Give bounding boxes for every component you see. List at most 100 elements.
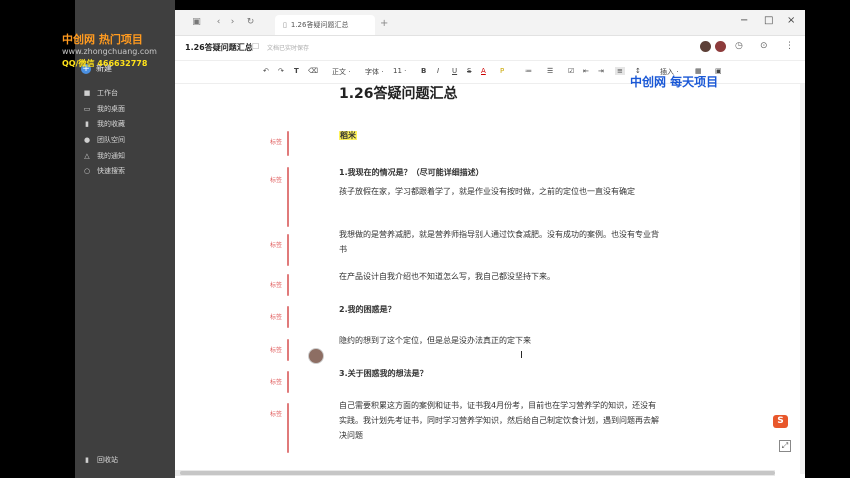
- sidebar-item-search[interactable]: ○ 快速搜索: [83, 163, 125, 179]
- sidebar-item-notifications[interactable]: △ 我的通知: [83, 148, 125, 164]
- style-dropdown[interactable]: 正文 ·: [332, 67, 350, 77]
- paragraph-answer-1[interactable]: 孩子放假在家，学习都跟着学了，就是作业没有按时做，之前的定位也一直没有确定: [339, 184, 659, 199]
- comment-tag[interactable]: 标签: [270, 137, 282, 146]
- more-icon[interactable]: ⋮: [785, 41, 794, 51]
- bookmark-icon: ▮: [85, 120, 89, 129]
- sidebar-item-label: 工作台: [97, 88, 118, 97]
- paragraph-answer-2[interactable]: 我想做的是营养减肥，就是营养师指导别人通过饮食减肥。没有成功的案例。也没有专业背…: [339, 227, 659, 257]
- italic-button[interactable]: I: [437, 67, 439, 75]
- close-button[interactable]: ×: [787, 15, 795, 26]
- comment-bar: [287, 274, 289, 296]
- font-dropdown[interactable]: 字体 ·: [365, 67, 383, 77]
- tab-document[interactable]: ▯ 1.26答疑问题汇总: [275, 15, 375, 35]
- side-tool-icon[interactable]: ⤢: [779, 440, 791, 452]
- highlight-button[interactable]: P: [500, 67, 504, 75]
- sidebar-item-desktop[interactable]: ▭ 我的桌面: [83, 101, 125, 117]
- paragraph-name[interactable]: 稻米: [339, 128, 659, 143]
- doc-icon: ▯: [283, 21, 287, 29]
- collaborator-avatar[interactable]: [700, 41, 711, 52]
- commenter-avatar[interactable]: [308, 348, 324, 364]
- paragraph-answer-3[interactable]: 在产品设计自我介绍也不知道怎么写，我自己都没坚持下来。: [339, 269, 659, 284]
- comment-bar: [287, 234, 289, 266]
- paragraph-question-2[interactable]: 2.我的困惑是？: [339, 302, 659, 317]
- trash-icon: ▮: [85, 456, 89, 464]
- sidebar-item-label: 我的通知: [97, 151, 125, 160]
- comment-bar: [287, 306, 289, 328]
- undo-button[interactable]: ↶: [263, 67, 269, 75]
- sidebar-toggle-icon[interactable]: ▣: [191, 17, 202, 28]
- tab-label: 1.26答疑问题汇总: [290, 21, 349, 29]
- new-tab-button[interactable]: +: [380, 18, 388, 29]
- minimize-button[interactable]: −: [740, 15, 748, 26]
- comment-tag[interactable]: 标签: [270, 175, 282, 184]
- comment-bar: [287, 167, 289, 227]
- document-heading: 1.26答疑问题汇总: [339, 86, 458, 102]
- bullet-list-icon[interactable]: ☰: [547, 67, 553, 75]
- back-icon[interactable]: ‹: [213, 17, 224, 28]
- forward-icon[interactable]: ›: [227, 17, 238, 28]
- comment-tag[interactable]: 标签: [270, 240, 282, 249]
- sidebar-item-label: 团队空间: [97, 135, 125, 144]
- strikethrough-button[interactable]: S: [467, 67, 471, 75]
- team-icon: ●: [83, 135, 91, 144]
- left-margin: [0, 0, 75, 478]
- bookmark-icon[interactable]: ☐: [252, 42, 259, 51]
- sidebar-item-workbench[interactable]: ■ 工作台: [83, 85, 125, 101]
- horizontal-scrollbar[interactable]: [175, 470, 775, 476]
- sidebar-nav: ■ 工作台 ▭ 我的桌面 ▮ 我的收藏 ● 团队空间 △ 我的通知 ○ 快速搜索: [83, 85, 125, 179]
- trash-label: 回收站: [97, 456, 118, 464]
- bold-button[interactable]: B: [421, 67, 426, 75]
- vertical-scrollbar[interactable]: [800, 84, 805, 474]
- font-size-dropdown[interactable]: 11 ·: [393, 67, 406, 75]
- paragraph-answer-5[interactable]: 自己需要积累这方面的案例和证书，证书我4月份考，目前也在学习营养学的知识，还没有…: [339, 398, 659, 443]
- sidebar: + 新建 ■ 工作台 ▭ 我的桌面 ▮ 我的收藏 ● 团队空间 △ 我的通知 ○ 快速搜索 …: [75, 0, 175, 478]
- bell-icon: △: [84, 151, 90, 160]
- sidebar-item-label: 我的收藏: [97, 120, 125, 129]
- indent-icon[interactable]: ⇥: [598, 67, 604, 75]
- clear-format-button[interactable]: ⌫: [308, 67, 318, 75]
- format-paint-button[interactable]: T: [294, 67, 299, 75]
- comment-tag[interactable]: 标签: [270, 312, 282, 321]
- font-color-button[interactable]: A: [481, 67, 486, 75]
- comment-bar: [287, 371, 289, 393]
- search-icon: ○: [83, 167, 91, 176]
- right-margin: [805, 0, 850, 478]
- comment-tag[interactable]: 标签: [270, 280, 282, 289]
- paragraph-answer-4[interactable]: 隐约的想到了这个定位，但是总是没办法真正的定下来: [339, 333, 659, 348]
- document-header: 1.26答疑问题汇总 ☐ 文档已实时保存 ◷ ⊙ ⋮: [175, 36, 805, 61]
- comment-tag[interactable]: 标签: [270, 409, 282, 418]
- comment-tag[interactable]: 标签: [270, 377, 282, 386]
- document-title: 1.26答疑问题汇总: [185, 43, 253, 52]
- user-avatar[interactable]: [715, 41, 726, 52]
- comment-bar: [287, 339, 289, 361]
- checklist-icon[interactable]: ☑: [568, 67, 574, 75]
- sidebar-item-team[interactable]: ● 团队空间: [83, 132, 125, 148]
- outdent-icon[interactable]: ⇤: [583, 67, 589, 75]
- sidebar-item-label: 快速搜索: [97, 167, 125, 176]
- save-status: 文档已实时保存: [267, 45, 310, 52]
- history-icon[interactable]: ◷: [735, 41, 743, 51]
- maximize-button[interactable]: □: [764, 15, 773, 26]
- underline-button[interactable]: U: [452, 67, 457, 75]
- ordered-list-icon[interactable]: ≔: [525, 67, 532, 75]
- comment-bar: [287, 131, 289, 156]
- folder-icon: ▭: [83, 104, 91, 113]
- watermark-line3: QQ/微信 466632778: [62, 59, 148, 68]
- highlighted-text: 稻米: [339, 131, 357, 140]
- comment-tag[interactable]: 标签: [270, 345, 282, 354]
- paragraph-question-3[interactable]: 3.关于困惑我的想法是？: [339, 366, 659, 381]
- refresh-icon[interactable]: ↻: [245, 17, 256, 28]
- align-icon[interactable]: ≡: [615, 67, 625, 75]
- scrollbar-thumb[interactable]: [180, 471, 775, 475]
- paragraph-question-1[interactable]: 1.我现在的情况是？（尽可能详细描述）: [339, 165, 659, 180]
- text-cursor-icon: I: [520, 350, 523, 361]
- trash-button[interactable]: ▮ 回收站: [83, 455, 118, 465]
- settings-icon[interactable]: ⊙: [760, 41, 768, 51]
- watermark-line2: www.zhongchuang.com: [62, 47, 157, 56]
- redo-button[interactable]: ↷: [278, 67, 284, 75]
- watermark-right: 中创网 每天项目: [630, 75, 719, 89]
- sogou-ime-icon[interactable]: S: [773, 415, 788, 428]
- watermark-line1: 中创网 热门项目: [62, 33, 143, 46]
- watermark-top: 中创网 热门项目 www.zhongchuang.com QQ/微信 46663…: [62, 34, 162, 70]
- sidebar-item-favorites[interactable]: ▮ 我的收藏: [83, 116, 125, 132]
